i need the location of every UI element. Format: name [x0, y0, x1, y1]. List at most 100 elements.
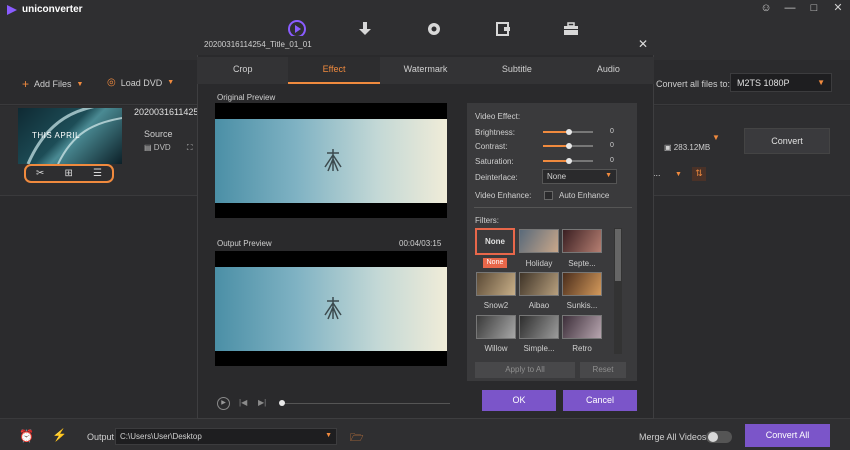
add-files-button[interactable]: + Add Files ▼: [22, 77, 83, 91]
filter-name-retro: Retro: [572, 344, 592, 353]
output-format-value: M2TS 1080P: [737, 78, 790, 88]
filter-willow-thumbnail[interactable]: [476, 315, 516, 339]
ok-button[interactable]: OK: [482, 390, 556, 411]
play-icon[interactable]: ▶: [217, 397, 230, 410]
apply-to-all-button[interactable]: Apply to All: [475, 362, 575, 378]
tab-watermark[interactable]: Watermark: [380, 57, 471, 84]
previous-icon[interactable]: |◀: [239, 398, 247, 407]
saturation-fill: [543, 160, 568, 162]
filter-simple-thumbnail[interactable]: [519, 315, 559, 339]
convert-all-button[interactable]: Convert All: [745, 424, 830, 447]
filters-scrollbar-thumb[interactable]: [615, 229, 621, 281]
contrast-fill: [543, 145, 568, 147]
playback-time: 00:04/03:15: [399, 239, 442, 248]
filter-september-thumbnail[interactable]: [562, 229, 602, 253]
output-label: Output: [87, 432, 115, 442]
original-preview-label: Original Preview: [217, 93, 276, 102]
user-icon[interactable]: ☺: [760, 2, 772, 14]
deinterlace-select[interactable]: None ▼: [542, 169, 617, 184]
divider: [474, 207, 632, 208]
filter-name-holiday: Holiday: [525, 259, 553, 268]
filter-name-sunkis: Sunkis...: [566, 301, 598, 310]
chevron-down-icon: ▼: [325, 432, 332, 439]
reset-button[interactable]: Reset: [580, 362, 626, 378]
merge-all-videos-label: Merge All Videos: [639, 432, 707, 442]
output-path-select[interactable]: C:\Users\User\Desktop ▼: [115, 428, 337, 445]
original-preview: [215, 103, 447, 218]
close-icon[interactable]: ✕: [832, 2, 844, 14]
output-format-select[interactable]: M2TS 1080P ▼: [730, 73, 832, 92]
deinterlace-value: None: [547, 172, 567, 181]
chevron-down-icon: ▼: [817, 78, 825, 87]
timeline-handle[interactable]: [279, 400, 285, 406]
effect-icon[interactable]: ☰: [93, 168, 102, 179]
tab-crop[interactable]: Crop: [197, 57, 288, 84]
crop-icon[interactable]: ⊞: [65, 168, 73, 179]
file-name: 20200316114254: [134, 107, 204, 117]
filter-snow2-thumbnail[interactable]: [476, 272, 516, 296]
chevron-down-icon: ▼: [605, 172, 612, 179]
lightning-icon[interactable]: ⚡: [52, 428, 67, 442]
dialog-close-icon[interactable]: ✕: [638, 38, 648, 50]
saturation-handle[interactable]: [566, 158, 572, 164]
dialog-title: 20200316114254_Title_01_01: [204, 40, 312, 49]
add-files-label: Add Files: [34, 79, 72, 89]
filter-name-simple: Simple...: [523, 344, 555, 353]
source-type: ▤ DVD ⛶: [144, 143, 193, 153]
format-dropdown-caret-icon[interactable]: ▼: [712, 133, 720, 142]
convert-all-files-label: Convert all files to:: [656, 79, 731, 89]
file-size: ▣ 283.12MB: [664, 143, 710, 152]
tab-audio[interactable]: Audio: [563, 57, 654, 84]
filter-name-september: Septe...: [568, 259, 596, 268]
filter-name-aibao: Aibao: [528, 301, 550, 310]
saturation-value: 0: [610, 157, 614, 164]
film-icon: ▤: [144, 143, 152, 152]
maximize-icon[interactable]: □: [808, 2, 820, 14]
fullscreen-icon: ⛶: [186, 143, 193, 152]
filter-sunkis-thumbnail[interactable]: [562, 272, 602, 296]
chevron-down-icon[interactable]: ▼: [77, 81, 84, 88]
brightness-value: 0: [610, 128, 614, 135]
load-dvd-label: Load DVD: [120, 77, 163, 88]
tab-effect[interactable]: Effect: [288, 57, 380, 84]
filters-label: Filters:: [475, 216, 499, 225]
filter-none-tile-text: None: [485, 237, 505, 246]
output-preview-image: [215, 267, 447, 351]
timeline-track[interactable]: [280, 403, 450, 404]
alarm-icon[interactable]: ⏰: [19, 429, 34, 443]
video-enhance-label: Video Enhance:: [475, 191, 532, 200]
output-path-value: C:\Users\User\Desktop: [120, 432, 202, 441]
folder-outline-icon: ▣: [664, 143, 672, 152]
deinterlace-label: Deinterlace:: [475, 173, 518, 182]
adjust-icon[interactable]: ⇅: [692, 167, 706, 181]
filter-none-tile[interactable]: None: [475, 228, 515, 255]
contrast-label: Contrast:: [475, 142, 508, 151]
filter-name-snow2: Snow2: [483, 301, 509, 310]
filter-holiday-thumbnail[interactable]: [519, 229, 559, 253]
filter-aibao-thumbnail[interactable]: [519, 272, 559, 296]
chevron-down-icon[interactable]: ▼: [675, 171, 682, 178]
output-preview-label: Output Preview: [217, 239, 272, 248]
trim-icon[interactable]: ✂: [36, 168, 44, 179]
minimize-icon[interactable]: —: [784, 2, 796, 14]
filter-retro-thumbnail[interactable]: [562, 315, 602, 339]
open-folder-icon[interactable]: 🗁: [350, 429, 364, 448]
merge-toggle-knob: [708, 432, 718, 442]
cancel-button[interactable]: Cancel: [563, 390, 637, 411]
next-icon[interactable]: ▶|: [258, 398, 266, 407]
original-preview-image: [215, 119, 447, 203]
contrast-handle[interactable]: [566, 143, 572, 149]
load-dvd-button[interactable]: ◎ Load DVD ▼: [107, 77, 174, 88]
app-title: uniconverter: [22, 4, 83, 15]
brightness-fill: [543, 131, 568, 133]
brightness-label: Brightness:: [475, 128, 516, 137]
plus-icon: +: [22, 77, 30, 91]
brightness-handle[interactable]: [566, 129, 572, 135]
auto-enhance-checkbox[interactable]: [544, 191, 553, 200]
convert-button[interactable]: Convert: [744, 128, 830, 154]
tab-subtitle[interactable]: Subtitle: [471, 57, 562, 84]
app-logo-icon: [7, 5, 17, 15]
edit-tools-group: ✂ ⊞ ☰: [24, 164, 114, 183]
video-effect-label: Video Effect:: [475, 112, 521, 121]
chevron-down-icon[interactable]: ▼: [167, 79, 174, 86]
